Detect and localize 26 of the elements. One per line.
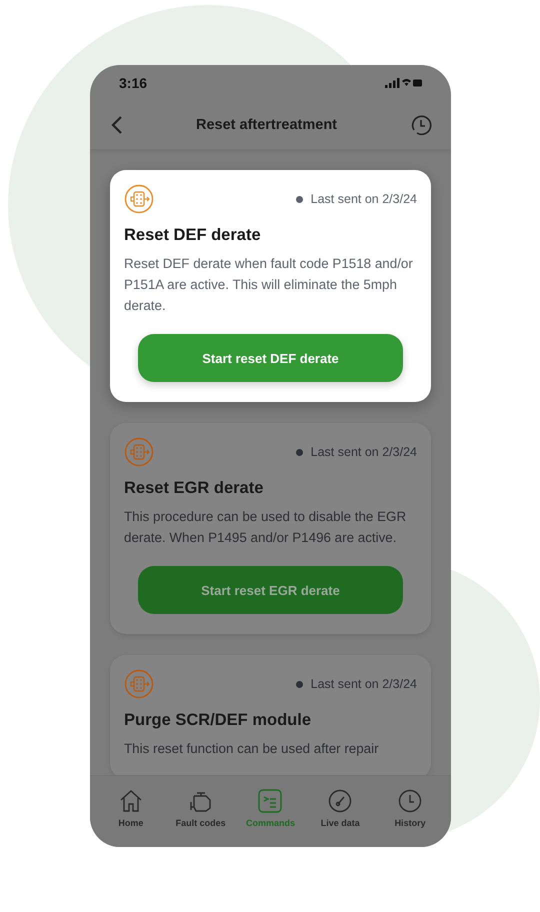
last-sent-text: Last sent on 2/3/24	[296, 192, 417, 206]
nav-tab[interactable]: Live data	[309, 788, 372, 828]
module-icon	[124, 184, 154, 214]
card-description: Reset DEF derate when fault code P1518 and/or P151A are active. This will eliminate the 5mph derate.	[124, 255, 414, 315]
start-button[interactable]: Start reset DEF derate	[138, 334, 403, 382]
status-icons	[385, 77, 423, 89]
module-icon	[124, 669, 154, 699]
clock-icon	[397, 788, 424, 814]
nav-tab[interactable]: Fault codes	[170, 788, 232, 828]
gauge-icon	[327, 788, 354, 814]
status-time: 3:16	[119, 75, 148, 91]
card-title: Reset EGR derate	[124, 479, 264, 498]
card-description: This reset function can be used after repair	[124, 740, 380, 758]
last-sent-text: Last sent on 2/3/24	[296, 445, 417, 459]
screen-title: Reset aftertreatment	[194, 117, 338, 133]
start-button[interactable]: Start reset EGR derate	[138, 566, 403, 614]
last-sent-text: Last sent on 2/3/24	[296, 677, 417, 691]
terminal-icon	[257, 788, 284, 814]
nav-tab[interactable]: Home	[100, 788, 162, 828]
module-icon	[124, 437, 154, 467]
card-description: This procedure can be used to disable the EGR derate. When P1495 and/or P1496 are active.	[124, 508, 408, 547]
card-title: Purge SCR/DEF module	[124, 711, 312, 730]
back-icon[interactable]	[110, 115, 124, 135]
nav-tab[interactable]: History	[379, 788, 442, 828]
history-icon[interactable]	[409, 113, 433, 137]
card-title: Reset DEF derate	[124, 226, 262, 245]
